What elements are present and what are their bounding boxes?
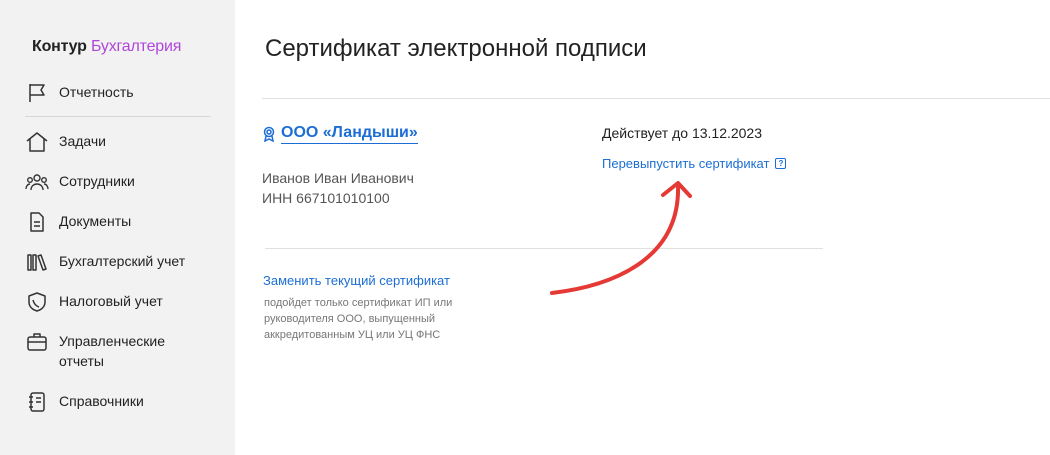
- sidebar-item-label: Отчетность: [59, 84, 134, 100]
- sidebar-item-employees[interactable]: Сотрудники: [25, 170, 135, 194]
- sidebar-item-tasks[interactable]: Задачи: [25, 130, 106, 154]
- sidebar-item-documents[interactable]: Документы: [25, 210, 131, 234]
- notebook-icon: [25, 390, 49, 414]
- shield-icon: [25, 290, 49, 314]
- sidebar-item-directories[interactable]: Справочники: [25, 390, 144, 414]
- reissue-label: Перевыпустить сертификат: [602, 156, 770, 171]
- owner-info: Иванов Иван Иванович ИНН 667101010100: [262, 168, 414, 208]
- certificate-validity: Действует до 13.12.2023: [602, 125, 763, 141]
- organization-name: ООО «Ландыши»: [281, 124, 418, 144]
- logo-brand: Контур: [32, 38, 87, 55]
- replace-certificate-link[interactable]: Заменить текущий сертификат: [263, 273, 450, 288]
- owner-inn: ИНН 667101010100: [262, 190, 390, 206]
- page-title: Сертификат электронной подписи: [265, 35, 647, 62]
- sidebar-item-accounting[interactable]: Бухгалтерский учет: [25, 250, 185, 274]
- sidebar-divider: [25, 116, 211, 117]
- sidebar-item-label: Налоговый учет: [59, 293, 163, 309]
- home-icon: [25, 130, 49, 154]
- replace-note: подойдет только сертификат ИП или руково…: [264, 297, 453, 341]
- organization-link[interactable]: ООО «Ландыши»: [262, 124, 418, 144]
- document-icon: [25, 210, 49, 234]
- sidebar-item-tax[interactable]: Налоговый учет: [25, 290, 163, 314]
- sidebar-item-reporting[interactable]: Отчетность: [25, 81, 134, 105]
- app-logo[interactable]: Контур Бухгалтерия: [32, 38, 181, 56]
- section-divider: [265, 248, 823, 249]
- logo-product: Бухгалтерия: [90, 38, 182, 55]
- books-icon: [25, 250, 49, 274]
- help-icon[interactable]: ?: [775, 158, 787, 169]
- briefcase-icon: [25, 330, 49, 354]
- sidebar-item-label: Справочники: [59, 393, 144, 409]
- sidebar-item-label: Сотрудники: [59, 173, 135, 189]
- sidebar-item-label: Документы: [59, 213, 132, 229]
- title-divider: [262, 98, 1050, 99]
- sidebar: Контур Бухгалтерия Отчетность Задачи Сот…: [0, 0, 235, 455]
- sidebar-item-management-reports[interactable]: Управленческие отчеты: [25, 330, 215, 371]
- badge-icon: [262, 126, 276, 142]
- sidebar-item-label: Бухгалтерский учет: [59, 253, 186, 269]
- owner-name: Иванов Иван Иванович: [262, 170, 414, 186]
- sidebar-item-label: Задачи: [59, 133, 107, 149]
- reissue-certificate-link[interactable]: Перевыпустить сертификат ?: [602, 156, 787, 171]
- flag-icon: [25, 81, 49, 105]
- people-icon: [25, 170, 49, 194]
- sidebar-item-label: Управленческие отчеты: [59, 333, 166, 369]
- main-content: Сертификат электронной подписи ООО «Ланд…: [235, 0, 1050, 455]
